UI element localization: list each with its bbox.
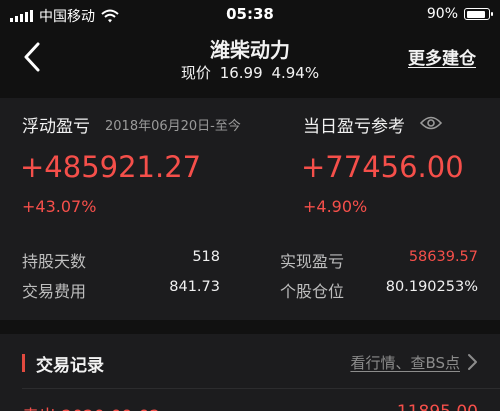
more-positions-button[interactable]: 更多建仓 (408, 44, 476, 69)
floating-pl-label: 浮动盈亏 (22, 117, 90, 137)
position-label: 个股仓位 (280, 282, 345, 301)
eye-icon[interactable] (420, 115, 442, 131)
floating-pl-value: +485921.27 (20, 150, 202, 184)
view-market-link[interactable]: 看行情、查BS点 (350, 352, 460, 373)
fees-value: 841.73 (169, 279, 220, 295)
price-value: 16.99 (219, 64, 263, 82)
realized-pl-label: 实现盈亏 (280, 252, 345, 271)
chevron-right-icon[interactable] (466, 353, 478, 371)
nav-bar: 潍柴动力 现价 16.99 4.94% 更多建仓 (0, 30, 500, 84)
divider (22, 388, 500, 389)
battery-fill (466, 10, 486, 18)
position-value: 80.190253% (385, 279, 478, 295)
floating-pl-percent: +43.07% (22, 197, 97, 216)
battery-percent: 90% (426, 6, 458, 22)
trade-records-title: 交易记录 (36, 356, 104, 376)
trade-row-amount[interactable]: 11895.00 (397, 402, 478, 411)
daily-pl-value: +77456.00 (301, 150, 464, 184)
status-right: 90% (426, 6, 493, 22)
price-label: 现价 (180, 64, 211, 82)
holding-days-label: 持股天数 (22, 252, 87, 271)
trade-records-section: 交易记录 看行情、查BS点 (0, 334, 500, 411)
fees-label: 交易费用 (22, 282, 87, 301)
status-time: 05:38 (226, 5, 274, 23)
holding-days-value: 518 (192, 249, 220, 265)
trade-row-type-date[interactable]: 卖出 2020-09-02 (22, 402, 160, 411)
floating-pl-date: 2018年06月20日-至今 (105, 119, 241, 134)
profit-card: 浮动盈亏 2018年06月20日-至今 +485921.27 +43.07% 当… (0, 98, 500, 320)
daily-pl-label: 当日盈亏参考 (303, 117, 405, 137)
battery-icon (464, 8, 493, 20)
price-change: 4.94% (271, 64, 320, 82)
realized-pl-value: 58639.57 (408, 249, 478, 265)
section-accent-bar (22, 354, 25, 372)
daily-pl-percent: +4.90% (303, 197, 368, 216)
status-bar: 中国移动 05:38 90% (0, 0, 500, 30)
